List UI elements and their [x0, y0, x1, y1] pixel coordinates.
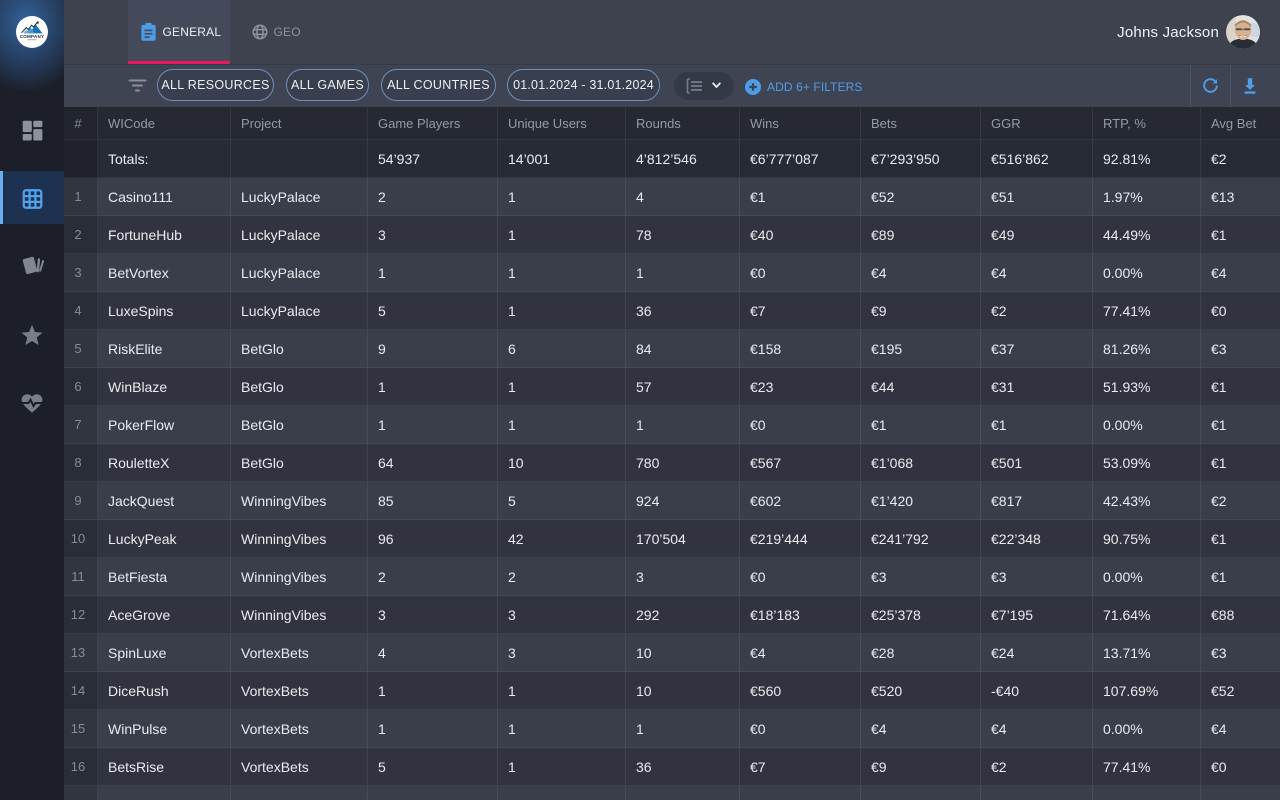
svg-text:COMPANY: COMPANY — [20, 34, 44, 39]
